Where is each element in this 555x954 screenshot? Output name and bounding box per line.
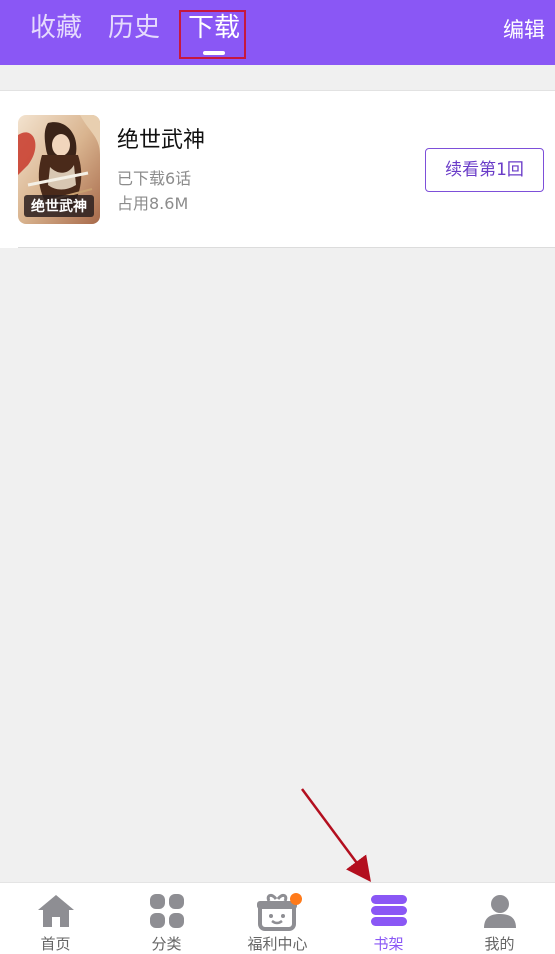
profile-icon [483, 895, 516, 928]
nav-category-label: 分类 [151, 935, 182, 953]
comic-title[interactable]: 绝世武神 [117, 127, 205, 155]
nav-bookshelf-label: 书架 [373, 935, 404, 953]
category-icon [149, 894, 184, 928]
nav-profile[interactable]: 我的 [444, 883, 555, 954]
item-divider [18, 247, 555, 248]
nav-profile-label: 我的 [484, 935, 515, 953]
continue-reading-button[interactable]: 续看第1回 [425, 148, 544, 192]
nav-rewards-label: 福利中心 [247, 935, 308, 953]
gift-icon [256, 893, 302, 931]
notification-badge [289, 893, 302, 905]
comic-cover-art: 绝世武神 [18, 115, 100, 224]
storage-size: 占用8.6M [117, 194, 189, 213]
downloaded-count: 已下载6话 [117, 169, 192, 188]
cover-logo-text: 绝世武神 [31, 198, 87, 215]
bookshelf-icon [370, 895, 407, 926]
edit-button[interactable]: 编辑 [503, 16, 545, 44]
nav-home-label: 首页 [40, 935, 71, 953]
home-icon [37, 895, 74, 927]
comic-cover-image[interactable]: 绝世武神 [18, 115, 100, 224]
nav-home[interactable]: 首页 [0, 883, 111, 954]
tab-favorites[interactable]: 收藏 [30, 10, 82, 46]
nav-category[interactable]: 分类 [111, 883, 222, 954]
bottom-navigation: 首页 分类 福利中心 书架 我的 [0, 882, 555, 954]
top-app-bar: 收藏 历史 下载 编辑 [0, 0, 555, 65]
nav-rewards[interactable]: 福利中心 [222, 883, 333, 954]
nav-bookshelf[interactable]: 书架 [333, 883, 444, 954]
download-item[interactable]: 绝世武神 绝世武神 已下载6话 占用8.6M 续看第1回 [0, 90, 555, 248]
tab-history[interactable]: 历史 [108, 10, 160, 46]
header-spacer [0, 65, 555, 90]
active-tab-indicator [203, 51, 225, 55]
